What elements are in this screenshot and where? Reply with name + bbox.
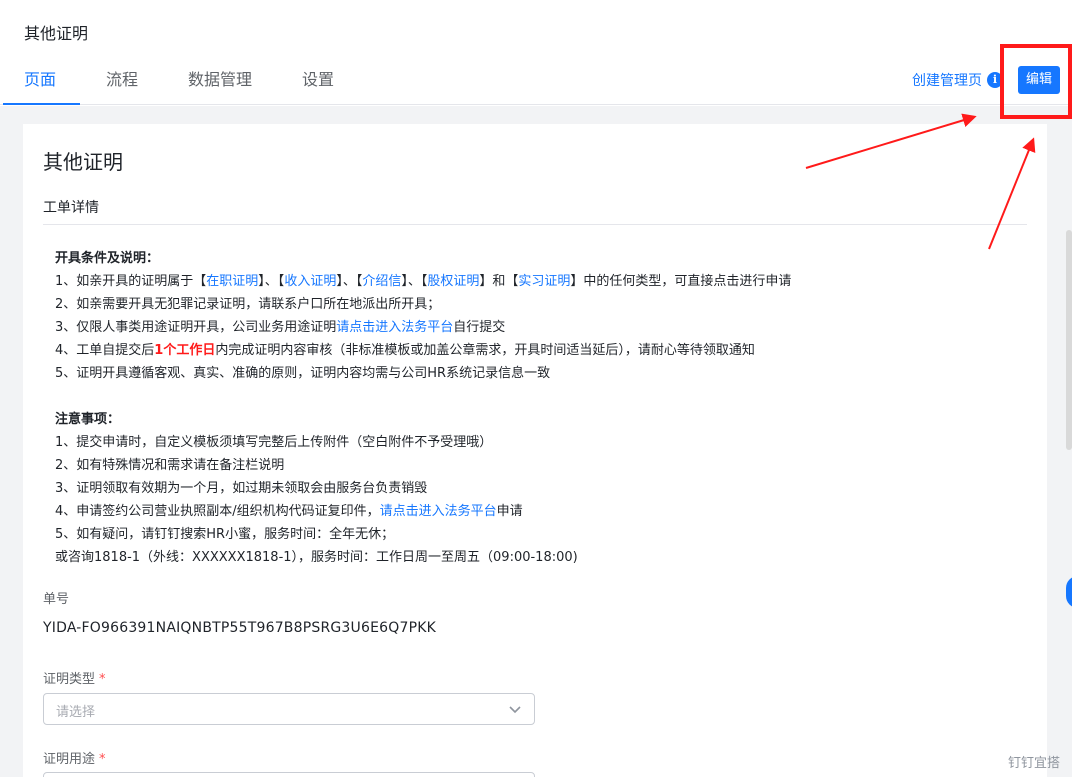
conditions-line-1: 1、如亲开具的证明属于【在职证明】、【收入证明】、【介绍信】、【股权证明】和【实…: [55, 270, 791, 293]
tab-data-management[interactable]: 数据管理: [164, 60, 276, 105]
tab-bar: 页面 流程 数据管理 设置: [0, 60, 360, 105]
link-internship-cert[interactable]: 实习证明: [518, 274, 570, 289]
link-introduction-letter[interactable]: 介绍信: [362, 274, 401, 289]
top-header: 其他证明 页面 流程 数据管理 设置 创建管理页 i 编辑: [0, 0, 1072, 105]
text: 内完成证明内容审核（非标准模板或加盖公章需求，开具时间适当延后），请耐心等待领取…: [215, 343, 755, 358]
text: 1、如亲开具的证明属于【: [55, 274, 207, 289]
text: 】、【: [336, 274, 363, 289]
text: 】和【: [479, 274, 519, 289]
conditions-line-5: 5、证明开具遵循客观、真实、准确的原则，证明内容均需与公司HR系统记录信息一致: [55, 366, 551, 381]
tab-page[interactable]: 页面: [0, 60, 81, 105]
create-admin-page-link[interactable]: 创建管理页: [912, 70, 982, 90]
required-mark: *: [99, 672, 106, 687]
cert-type-placeholder: 请选择: [56, 705, 96, 720]
watermark: 钉钉宜搭: [1008, 756, 1061, 771]
app-title: 其他证明: [24, 24, 89, 43]
link-legal-platform-2[interactable]: 请点击进入法务平台: [380, 504, 497, 519]
cert-type-label: 证明类型 *: [43, 668, 106, 687]
order-no-value: YIDA-FO966391NAIQNBTP55T967B8PSRG3U6E6Q7…: [43, 620, 436, 636]
notes-line-6: 或咨询1818-1（外线：XXXXXX1818-1），服务时间：工作日周一至周五…: [55, 550, 578, 565]
text: 4、申请签约公司营业执照副本/组织机构代码证复印件，: [55, 504, 380, 519]
text: 申请: [496, 504, 523, 519]
required-mark: *: [99, 752, 106, 767]
link-income-cert[interactable]: 收入证明: [284, 274, 336, 289]
text: 】、【: [258, 274, 285, 289]
conditions-heading: 开具条件及说明：: [55, 251, 160, 266]
page-scrollbar[interactable]: [1066, 230, 1072, 450]
notes-line-1: 1、提交申请时，自定义模板须填写完整后上传附件（空白附件不予受理哦）: [55, 435, 493, 450]
cert-usage-label-text: 证明用途: [43, 752, 96, 767]
link-legal-platform[interactable]: 请点击进入法务平台: [336, 320, 453, 335]
conditions-line-3: 3、仅限人事类用途证明开具，公司业务用途证明请点击进入法务平台自行提交: [55, 316, 791, 339]
order-no-label: 单号: [43, 592, 70, 607]
annotation-highlight-box: [1000, 44, 1072, 119]
conditions-line-2: 2、如亲需要开具无犯罪记录证明，请联系户口所在地派出所开具；: [55, 297, 441, 312]
text: 】、【: [401, 274, 428, 289]
notes-line-4: 4、申请签约公司营业执照副本/组织机构代码证复印件，请点击进入法务平台申请: [55, 500, 791, 523]
text: 】中的任何类型，可直接点击进行申请: [570, 274, 792, 289]
chevron-down-icon: [509, 706, 521, 714]
highlight-one-workday: 1个工作日: [154, 343, 216, 358]
link-employment-cert[interactable]: 在职证明: [206, 274, 258, 289]
tab-flow[interactable]: 流程: [82, 60, 162, 105]
notes-heading: 注意事项：: [55, 412, 121, 427]
notes-line-3: 3、证明领取有效期为一个月，如过期未领取会由服务台负责销毁: [55, 481, 428, 496]
section-title: 工单详情: [43, 200, 99, 216]
section-divider: [43, 224, 1027, 225]
link-equity-cert[interactable]: 股权证明: [427, 274, 479, 289]
cert-type-select[interactable]: 请选择: [43, 693, 535, 725]
text: 4、工单自提交后: [55, 343, 155, 358]
cert-usage-input[interactable]: [43, 772, 535, 777]
tab-settings[interactable]: 设置: [278, 60, 358, 105]
cert-type-label-text: 证明类型: [43, 672, 96, 687]
text: 自行提交: [453, 320, 506, 335]
notice-text: 开具条件及说明： 1、如亲开具的证明属于【在职证明】、【收入证明】、【介绍信】、…: [55, 247, 791, 569]
conditions-line-4: 4、工单自提交后1个工作日内完成证明内容审核（非标准模板或加盖公章需求，开具时间…: [55, 339, 791, 362]
notes-line-5: 5、如有疑问，请钉钉搜索HR小蜜，服务时间：全年无休；: [55, 527, 395, 542]
form-title: 其他证明: [43, 150, 123, 174]
notes-line-2: 2、如有特殊情况和需求请在备注栏说明: [55, 458, 285, 473]
text: 3、仅限人事类用途证明开具，公司业务用途证明: [55, 320, 337, 335]
cert-usage-label: 证明用途 *: [43, 748, 106, 767]
